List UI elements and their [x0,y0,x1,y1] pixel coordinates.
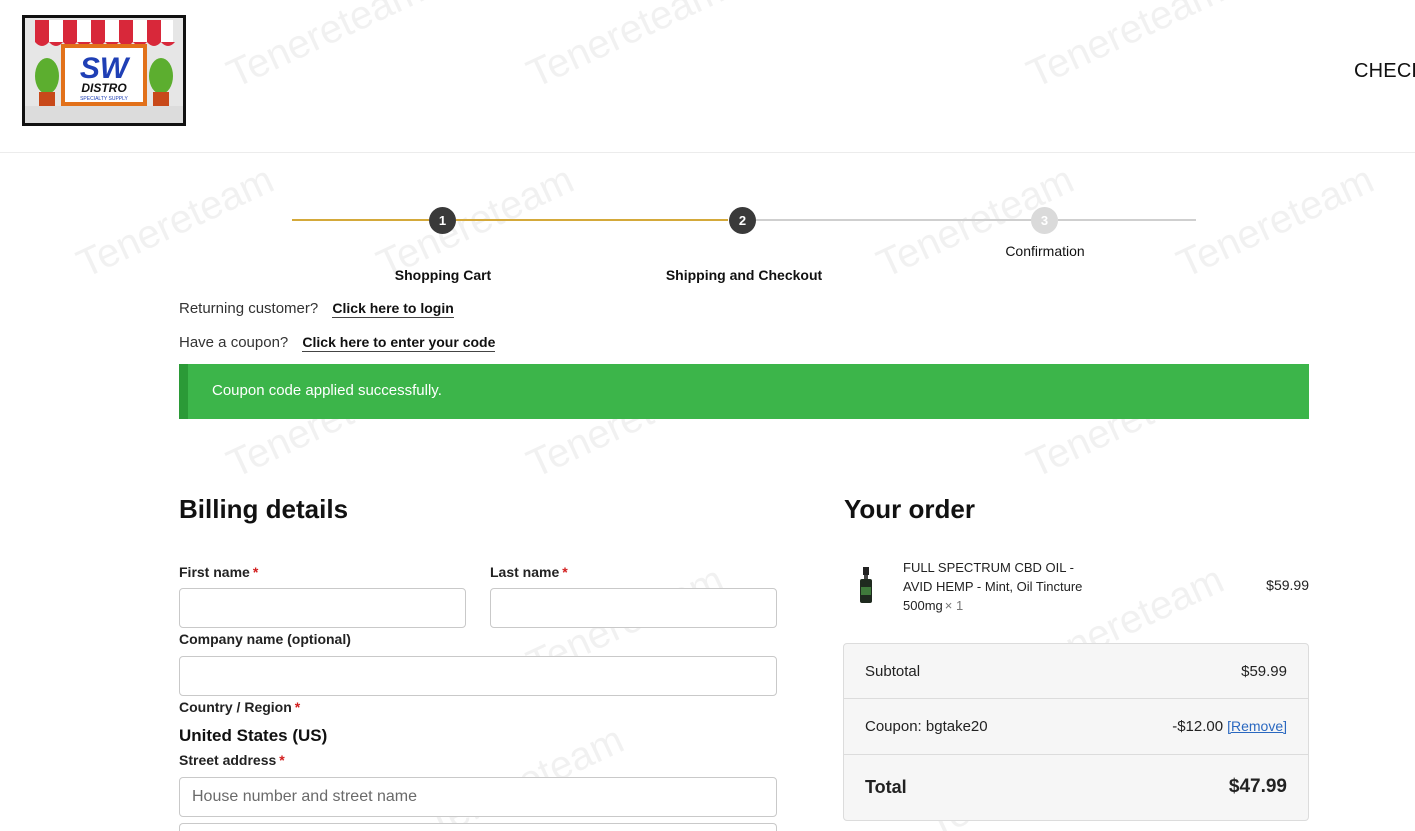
coupon-success-banner: Coupon code applied successfully. [179,364,1309,419]
first-name-label: First name * [179,564,259,580]
coupon-discount: -$12.00 [1172,718,1224,735]
total-row: Total $47.99 [844,755,1308,821]
progress-line-pending [756,219,1032,221]
street-address-input[interactable] [179,777,777,817]
enter-coupon-link[interactable]: Click here to enter your code [302,334,496,352]
step-1-label[interactable]: Shopping Cart [395,267,491,283]
step-1-circle: 1 [429,207,456,234]
last-name-input[interactable] [490,588,777,628]
checkout-progress-stepper: 1 2 3 Shopping Cart Shipping and Checkou… [0,195,1415,295]
store-logo-graphic: SW DISTRO SPECIALTY SUPPLY [25,18,183,123]
product-quantity: × 1 [944,598,964,613]
product-name: FULL SPECTRUM CBD OIL - AVID HEMP - Mint… [903,560,1083,613]
billing-details-heading: Billing details [179,494,349,524]
product-bottle-icon [860,567,872,603]
product-price: $59.99 [1266,577,1309,593]
svg-text:DISTRO: DISTRO [81,81,127,95]
returning-customer-text: Returning customer? [179,300,319,317]
country-region-value: United States (US) [179,726,328,745]
coupon-label: Coupon: bgtake20 [865,718,988,735]
country-region-label: Country / Region * [179,699,301,715]
store-logo[interactable]: SW DISTRO SPECIALTY SUPPLY [22,15,186,126]
coupon-value: -$12.00 [Remove] [1172,718,1287,735]
company-name-input[interactable] [179,656,777,696]
site-header: SW DISTRO SPECIALTY SUPPLY CHECK [0,0,1415,153]
subtotal-row: Subtotal $59.99 [844,644,1308,699]
remove-coupon-link[interactable]: [Remove] [1227,718,1287,734]
order-totals-table: Subtotal $59.99 Coupon: bgtake20 -$12.00… [843,643,1309,821]
login-link[interactable]: Click here to login [332,300,454,318]
progress-line-completed [292,219,429,221]
progress-line-pending [1058,219,1196,221]
street-address-line2-input[interactable] [179,823,777,831]
coupon-row: Coupon: bgtake20 -$12.00 [Remove] [844,699,1308,755]
first-name-input[interactable] [179,588,466,628]
total-value: $47.99 [1228,776,1287,797]
last-name-label: Last name * [490,564,568,580]
returning-customer-notice: Returning customer? Click here to login [179,300,454,318]
company-name-label: Company name (optional) [179,631,351,647]
order-line-item: FULL SPECTRUM CBD OIL - AVID HEMP - Mint… [844,555,1309,621]
svg-text:SPECIALTY SUPPLY: SPECIALTY SUPPLY [80,96,128,102]
step-3-label: Confirmation [1005,243,1085,259]
street-address-label: Street address * [179,752,285,768]
nav-item-checkout[interactable]: CHECK [1354,60,1415,83]
step-3-circle: 3 [1031,207,1058,234]
step-2-label: Shipping and Checkout [665,267,823,283]
total-label: Total [865,777,907,797]
step-2-circle: 2 [729,207,756,234]
your-order-heading: Your order [844,494,975,524]
coupon-prompt-text: Have a coupon? [179,334,289,351]
success-message: Coupon code applied successfully. [212,382,442,399]
subtotal-label: Subtotal [865,663,921,680]
coupon-notice: Have a coupon? Click here to enter your … [179,334,496,352]
progress-line-completed [456,219,728,221]
subtotal-value: $59.99 [1241,663,1287,680]
